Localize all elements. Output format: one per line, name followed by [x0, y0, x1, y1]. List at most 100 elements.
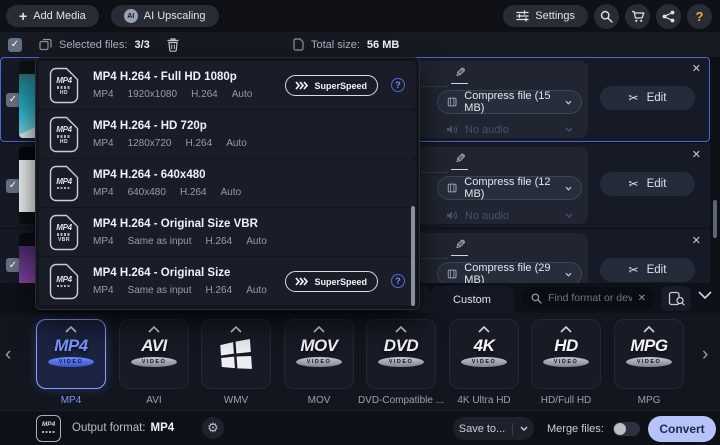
save-to-button[interactable]: Save to...	[453, 417, 534, 440]
trash-button[interactable]	[167, 38, 179, 52]
collapse-panel-chevron[interactable]	[698, 291, 712, 299]
format-logo: AVI	[141, 336, 167, 356]
format-tile-4k[interactable]: 4K VIDEO 4K Ultra HD	[449, 319, 519, 406]
chevron-up-icon	[313, 326, 325, 333]
help-button[interactable]: ?	[687, 4, 712, 29]
remove-file-button[interactable]: ✕	[692, 148, 701, 161]
footer-bar: MP4 Output format: MP4 ⚙ Save to... Merg…	[0, 410, 720, 445]
format-logo: MOV	[300, 336, 337, 356]
format-tile-dvd[interactable]: DVD VIDEO DVD-Compatible ...	[366, 319, 436, 406]
video-badge: VIDEO	[378, 357, 424, 367]
chevron-down-icon	[520, 426, 528, 431]
preset-settings-button[interactable]: ⚙	[202, 417, 224, 439]
cart-button[interactable]	[625, 4, 650, 29]
video-stream-select[interactable]: Compress file (15 MB)	[437, 90, 582, 114]
remove-file-button[interactable]: ✕	[692, 234, 701, 247]
audio-stream-select[interactable]: No audio	[437, 205, 582, 226]
row-checkbox[interactable]: ✓	[6, 179, 20, 193]
preset-item[interactable]: MP4 MP4 H.264 - Original Size MP4Same as…	[39, 257, 416, 305]
format-tile-mp4[interactable]: MP4 VIDEO MP4	[36, 319, 106, 406]
help-icon: ?	[696, 9, 704, 24]
audio-option-label: No audio	[465, 124, 509, 136]
format-tile-mpg[interactable]: MPG VIDEO MPG	[614, 319, 684, 406]
windows-logo	[219, 338, 253, 372]
scissors-icon: ✂	[629, 91, 639, 105]
format-search-field[interactable]: ✕	[522, 287, 655, 309]
gear-icon: ⚙	[207, 420, 219, 436]
settings-label: Settings	[535, 10, 575, 22]
search-icon	[531, 293, 542, 304]
format-tile-avi[interactable]: AVI VIDEO AVI	[119, 319, 189, 406]
format-tile-wmv[interactable]: WMV	[201, 319, 271, 406]
ai-upscaling-button[interactable]: AI AI Upscaling	[111, 5, 219, 27]
cart-icon	[631, 10, 645, 23]
preset-specs: MP41920x1080H.264Auto	[93, 89, 252, 100]
mp4-file-icon: MP4 VBR	[49, 214, 79, 251]
convert-button[interactable]: Convert	[648, 416, 716, 442]
scroll-formats-right-button[interactable]: ›	[702, 345, 708, 364]
preset-item[interactable]: MP4 HD MP4 H.264 - Full HD 1080p MP41920…	[39, 61, 416, 109]
chevron-up-icon	[560, 326, 572, 333]
video-badge: VIDEO	[461, 357, 507, 367]
total-size-label: Total size:	[311, 39, 360, 51]
row-checkbox[interactable]: ✓	[6, 93, 20, 107]
selected-files-label: Selected files:	[59, 39, 127, 51]
scroll-formats-left-button[interactable]: ‹	[5, 345, 11, 364]
output-format-value: MP4	[151, 422, 175, 434]
rename-pencil-icon[interactable]: ✎	[455, 151, 466, 167]
format-tile-label: HD/Full HD	[541, 395, 592, 406]
video-option-label: Compress file (15 MB)	[464, 90, 558, 114]
ai-upscaling-label: AI Upscaling	[144, 10, 206, 22]
format-search-input[interactable]	[548, 292, 632, 304]
video-badge: VIDEO	[296, 357, 342, 367]
remove-file-button[interactable]: ✕	[692, 62, 701, 75]
share-button[interactable]	[656, 4, 681, 29]
rename-pencil-icon[interactable]: ✎	[455, 65, 466, 81]
edit-button[interactable]: ✂ Edit	[600, 86, 695, 110]
selection-bar: ✓ Selected files: 3/3 Total size: 56 MB	[0, 32, 720, 57]
file-list-scrollbar[interactable]	[713, 200, 717, 238]
format-logo: MP4	[54, 336, 87, 356]
chevron-up-icon	[148, 326, 160, 333]
pencil-underline	[451, 255, 468, 256]
dropdown-scrollbar[interactable]	[411, 206, 415, 306]
selected-files-value: 3/3	[134, 39, 149, 51]
merge-files-label: Merge files:	[547, 423, 604, 435]
mp4-file-icon: MP4	[49, 165, 79, 202]
mp4-file-icon: MP4 HD	[49, 67, 79, 104]
top-toolbar: + Add Media AI AI Upscaling Settings	[0, 0, 720, 32]
preset-specs: MP4Same as inputH.264Auto	[93, 285, 267, 296]
superspeed-help-icon[interactable]: ?	[391, 274, 405, 288]
edit-button[interactable]: ✂ Edit	[600, 258, 695, 282]
format-tile-hd[interactable]: HD VIDEO HD/Full HD	[531, 319, 601, 406]
check-icon: ✓	[9, 260, 17, 271]
preset-specs: MP41280x720H.264Auto	[93, 138, 247, 149]
divider	[512, 423, 513, 435]
preset-item[interactable]: MP4 MP4 H.264 - 640x480 MP4640x480H.264A…	[39, 159, 416, 207]
superspeed-help-icon[interactable]: ?	[391, 78, 405, 92]
preset-dropdown: MP4 HD MP4 H.264 - Full HD 1080p MP41920…	[35, 57, 420, 310]
preset-item[interactable]: MP4 HD MP4 H.264 - HD 720p MP41280x720H.…	[39, 110, 416, 158]
select-all-checkbox[interactable]: ✓	[8, 38, 22, 52]
merge-files-toggle[interactable]	[613, 422, 640, 436]
edit-button[interactable]: ✂ Edit	[600, 172, 695, 196]
preset-item[interactable]: MP4 VBR MP4 H.264 - Original Size VBR MP…	[39, 208, 416, 256]
row-checkbox[interactable]: ✓	[6, 258, 20, 272]
triple-chevron-icon	[295, 81, 309, 90]
add-media-button[interactable]: + Add Media	[6, 5, 99, 27]
output-format-icon: MP4	[36, 415, 61, 442]
format-logo: HD	[554, 336, 578, 356]
format-tile-label: 4K Ultra HD	[457, 395, 510, 406]
preset-specs: MP4Same as inputH.264Auto	[93, 236, 267, 247]
search-button[interactable]	[594, 4, 619, 29]
clear-search-button[interactable]: ✕	[638, 293, 646, 304]
save-to-label: Save to...	[459, 423, 505, 435]
settings-button[interactable]: Settings	[503, 5, 588, 27]
video-stream-select[interactable]: Compress file (12 MB)	[437, 176, 582, 200]
check-icon: ✓	[11, 39, 19, 50]
format-tile-mov[interactable]: MOV VIDEO MOV	[284, 319, 354, 406]
audio-stream-select[interactable]: No audio	[437, 119, 582, 140]
tab-custom[interactable]: Custom	[430, 286, 514, 313]
rename-pencil-icon[interactable]: ✎	[455, 237, 466, 253]
device-detect-button[interactable]	[661, 286, 691, 311]
